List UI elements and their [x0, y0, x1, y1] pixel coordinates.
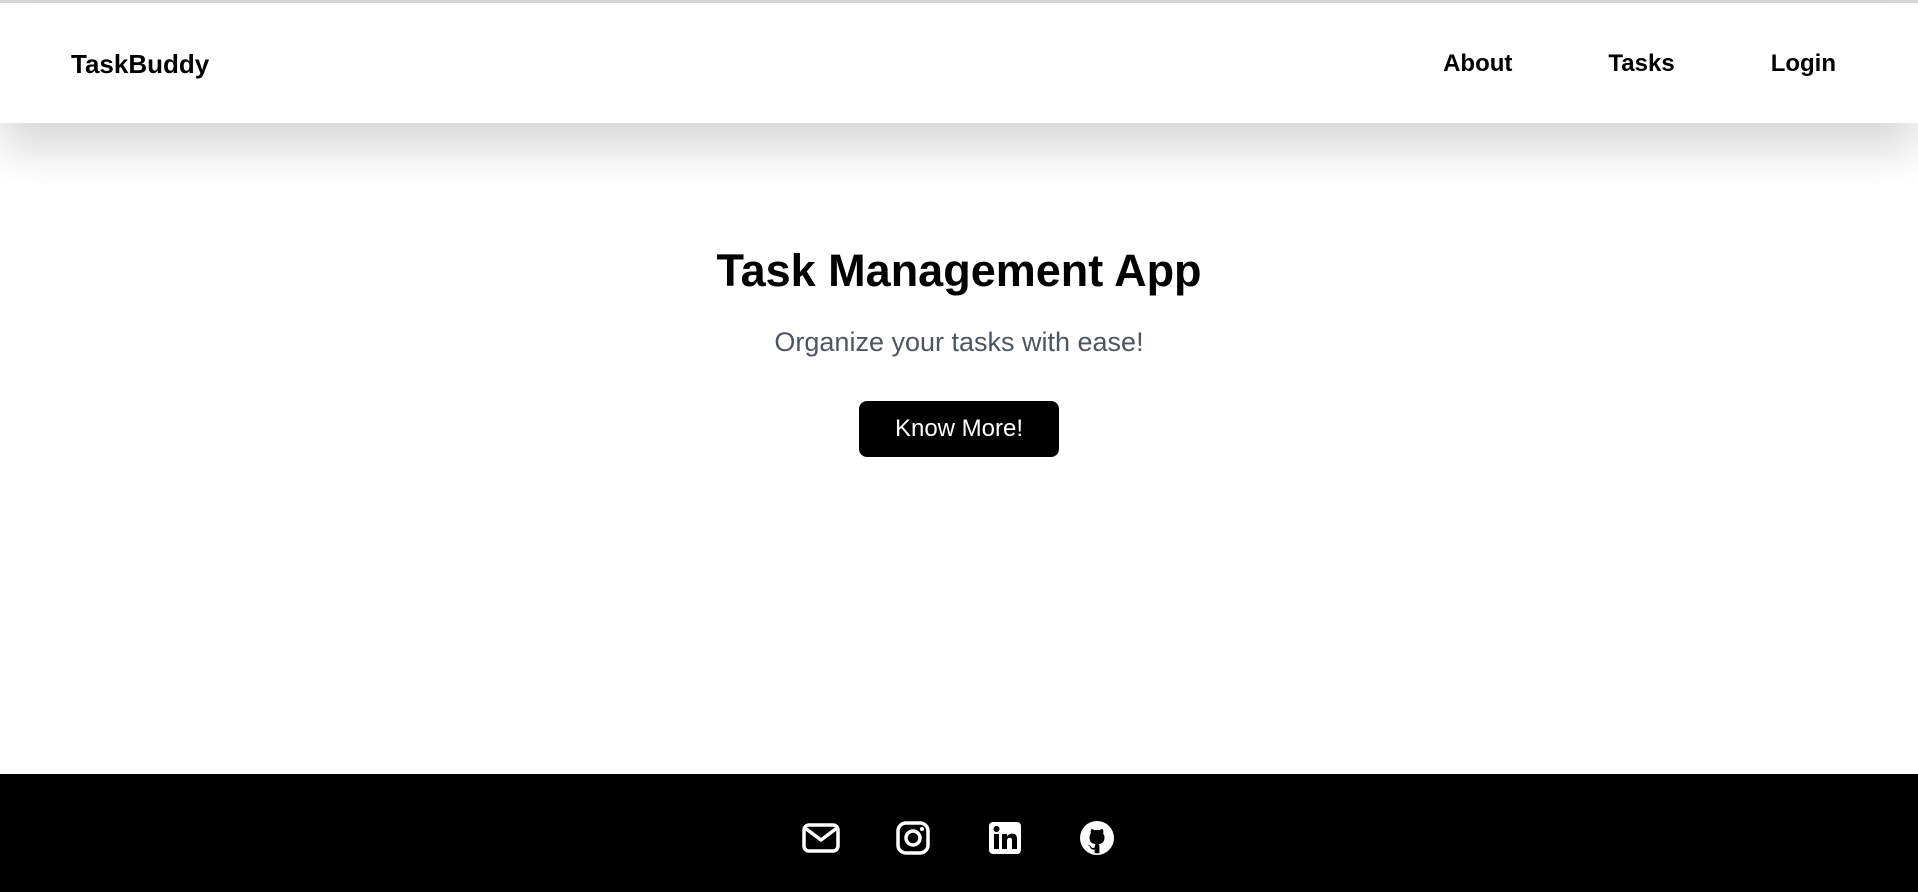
instagram-icon[interactable] [893, 818, 933, 858]
know-more-button[interactable]: Know More! [859, 401, 1059, 457]
nav-links: About Tasks Login [1443, 49, 1836, 79]
footer-social-icons [0, 818, 1918, 858]
envelope-icon[interactable] [801, 818, 841, 858]
github-icon[interactable] [1077, 818, 1117, 858]
nav-link-about[interactable]: About [1443, 49, 1512, 79]
hero-subtitle: Organize your tasks with ease! [774, 327, 1144, 357]
brand-logo-text[interactable]: TaskBuddy [71, 49, 209, 79]
footer [0, 774, 1918, 892]
linkedin-icon[interactable] [985, 818, 1025, 858]
navbar: TaskBuddy About Tasks Login [0, 3, 1918, 123]
hero-title: Task Management App [716, 245, 1202, 296]
hero-section: Task Management App Organize your tasks … [0, 123, 1918, 773]
nav-link-tasks[interactable]: Tasks [1608, 49, 1674, 79]
nav-link-login[interactable]: Login [1771, 49, 1836, 79]
